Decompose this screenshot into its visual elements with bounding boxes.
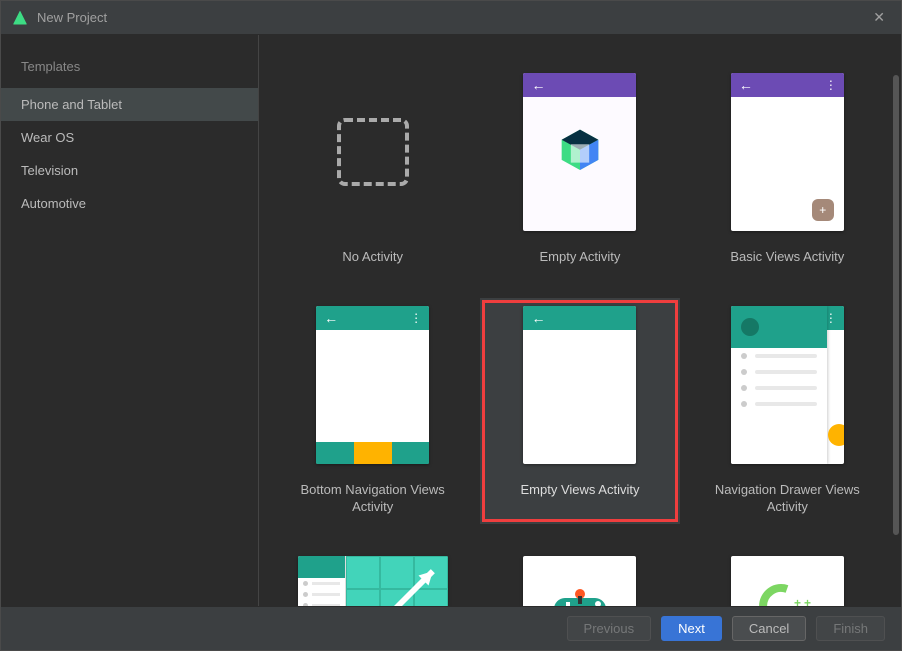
- fab-icon: [828, 424, 844, 446]
- compose-logo-icon: [558, 128, 602, 172]
- overflow-menu-icon: ⋮: [410, 311, 421, 325]
- svg-text:+: +: [804, 596, 811, 606]
- template-empty-views-activity[interactable]: ← Empty Views Activity: [480, 298, 680, 524]
- avatar-icon: [741, 318, 759, 336]
- template-thumbnail: [523, 556, 636, 606]
- template-responsive-views-activity[interactable]: [273, 548, 473, 606]
- sidebar-item-label: Television: [21, 163, 78, 178]
- sidebar-item-label: Automotive: [21, 196, 86, 211]
- back-arrow-icon: ←: [531, 310, 545, 326]
- scrollbar[interactable]: [893, 75, 899, 535]
- sidebar-item-automotive[interactable]: Automotive: [1, 187, 258, 220]
- template-label: Basic Views Activity: [730, 249, 844, 266]
- footer: Previous Next Cancel Finish: [1, 606, 901, 650]
- window-title: New Project: [37, 10, 107, 25]
- close-icon[interactable]: ✕: [869, 5, 889, 30]
- appbar-preview: ←: [523, 306, 636, 330]
- sidebar-heading: Templates: [1, 53, 258, 88]
- template-label: Empty Activity: [540, 249, 621, 266]
- sidebar-item-television[interactable]: Television: [1, 154, 258, 187]
- sidebar-item-wear-os[interactable]: Wear OS: [1, 121, 258, 154]
- dashed-placeholder-icon: [337, 118, 409, 186]
- back-arrow-icon: ←: [739, 77, 753, 93]
- titlebar: New Project ✕: [1, 1, 901, 35]
- template-thumbnail: ← ⋮ +: [731, 73, 844, 231]
- back-arrow-icon: ←: [324, 310, 338, 326]
- template-thumbnail: + +: [731, 556, 844, 606]
- template-thumbnail: ← ⋮: [316, 306, 429, 464]
- overflow-menu-icon: ⋮: [825, 78, 836, 92]
- finish-button[interactable]: Finish: [816, 616, 885, 641]
- appbar-preview: ←: [523, 73, 636, 97]
- template-no-activity[interactable]: No Activity: [273, 65, 473, 274]
- fab-icon: +: [812, 199, 834, 221]
- template-gallery: No Activity ← Empty Activity: [259, 35, 901, 606]
- previous-button[interactable]: Previous: [567, 616, 652, 641]
- template-thumbnail: ⋮: [731, 306, 844, 464]
- next-button[interactable]: Next: [661, 616, 722, 641]
- cpp-icon: + +: [731, 556, 844, 606]
- template-native-cpp[interactable]: + +: [687, 548, 887, 606]
- cancel-button[interactable]: Cancel: [732, 616, 806, 641]
- template-thumbnail: [298, 556, 448, 606]
- gamepad-icon: [523, 556, 636, 606]
- template-label: Navigation Drawer Views Activity: [693, 482, 881, 516]
- appbar-preview: ← ⋮: [316, 306, 429, 330]
- android-studio-icon: [13, 11, 27, 25]
- bottom-nav-preview: [316, 442, 429, 464]
- sidebar-item-label: Wear OS: [21, 130, 74, 145]
- template-thumbnail: [316, 73, 429, 231]
- template-thumbnail: ←: [523, 306, 636, 464]
- back-arrow-icon: ←: [531, 77, 545, 93]
- template-empty-activity[interactable]: ← Empty Activity: [480, 65, 680, 274]
- template-thumbnail: ←: [523, 73, 636, 231]
- template-navigation-drawer-views-activity[interactable]: ⋮ Navigation Drawer Views Activity: [687, 298, 887, 524]
- template-bottom-navigation-views-activity[interactable]: ← ⋮ Bottom Navigation Views Activity: [273, 298, 473, 524]
- template-label: Empty Views Activity: [521, 482, 640, 499]
- sidebar-item-label: Phone and Tablet: [21, 97, 122, 112]
- sidebar: Templates Phone and Tablet Wear OS Telev…: [1, 35, 259, 606]
- svg-text:+: +: [794, 596, 801, 606]
- template-game-activity[interactable]: [480, 548, 680, 606]
- template-label: No Activity: [342, 249, 403, 266]
- template-label: Bottom Navigation Views Activity: [279, 482, 467, 516]
- template-basic-views-activity[interactable]: ← ⋮ + Basic Views Activity: [687, 65, 887, 274]
- drawer-preview: [731, 306, 827, 464]
- sidebar-item-phone-and-tablet[interactable]: Phone and Tablet: [1, 88, 258, 121]
- appbar-preview: ← ⋮: [731, 73, 844, 97]
